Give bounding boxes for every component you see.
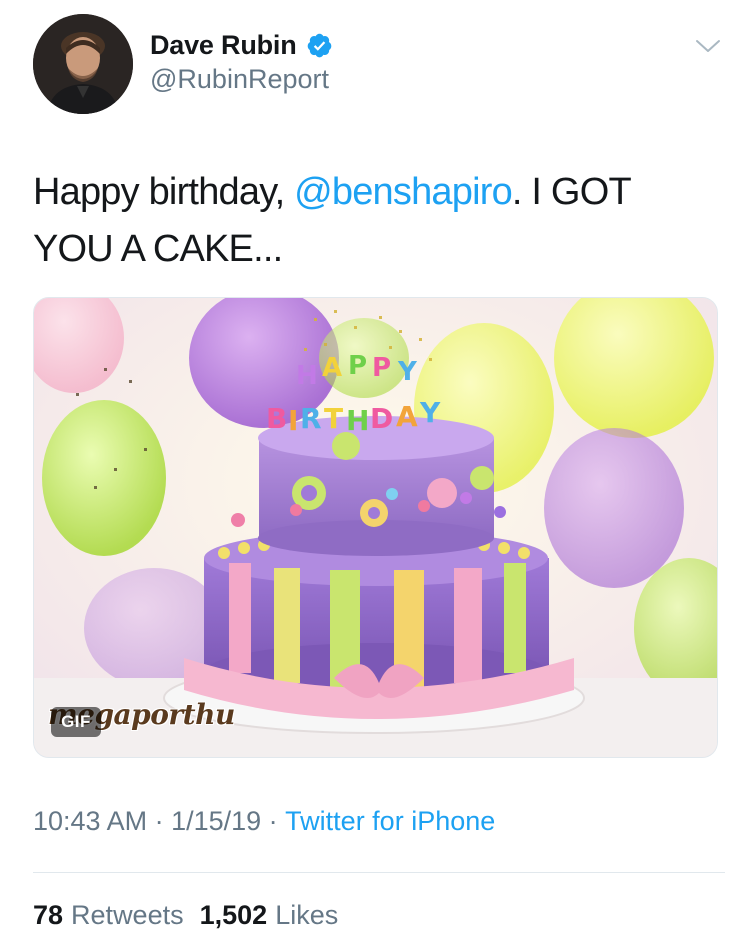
svg-text:T: T — [324, 402, 343, 435]
svg-text:I: I — [288, 404, 298, 437]
tweet-card: Dave Rubin @RubinReport Happy birthday, … — [0, 0, 749, 948]
tweet-meta: 10:43 AM · 1/15/19 · Twitter for iPhone — [33, 806, 495, 837]
gif-media[interactable]: B I R T H D A Y H A P P Y — [33, 297, 718, 758]
svg-text:R: R — [300, 402, 322, 435]
meta-separator: · — [147, 806, 172, 836]
verified-badge-icon — [306, 32, 333, 59]
gif-badge: GIF — [51, 707, 101, 737]
svg-text:B: B — [266, 402, 287, 435]
svg-text:Y: Y — [397, 357, 418, 387]
likes-label[interactable]: Likes — [275, 900, 338, 931]
svg-text:H: H — [296, 361, 318, 391]
svg-text:P: P — [348, 351, 367, 381]
avatar[interactable] — [33, 14, 133, 114]
svg-text:A: A — [322, 353, 342, 383]
tweet-stats: 78 Retweets 1,502 Likes — [33, 900, 354, 931]
birthday-cake-image: B I R T H D A Y H A P P Y — [34, 298, 717, 757]
likes-count[interactable]: 1,502 — [200, 900, 268, 931]
meta-separator: · — [261, 806, 286, 836]
svg-text:P: P — [372, 353, 391, 383]
tweet-text: Happy birthday, @benshapiro. I GOT YOU A… — [33, 164, 713, 278]
mention-link[interactable]: @benshapiro — [294, 171, 513, 213]
divider — [33, 872, 725, 873]
tweet-source-link[interactable]: Twitter for iPhone — [285, 806, 495, 837]
author-display-name[interactable]: Dave Rubin — [150, 30, 297, 61]
tweet-time[interactable]: 10:43 AM — [33, 806, 147, 837]
author-name-row: Dave Rubin — [150, 28, 333, 62]
svg-text:A: A — [396, 400, 418, 433]
svg-text:H: H — [346, 404, 369, 437]
avatar-photo — [33, 14, 133, 114]
svg-text:D: D — [370, 402, 393, 435]
chevron-down-icon[interactable] — [693, 36, 723, 56]
author-handle[interactable]: @RubinReport — [150, 64, 329, 95]
retweets-count[interactable]: 78 — [33, 900, 63, 931]
retweets-label[interactable]: Retweets — [71, 900, 184, 931]
svg-text:Y: Y — [419, 396, 441, 429]
tweet-date[interactable]: 1/15/19 — [171, 806, 261, 837]
tweet-text-before: Happy birthday, — [33, 171, 295, 213]
